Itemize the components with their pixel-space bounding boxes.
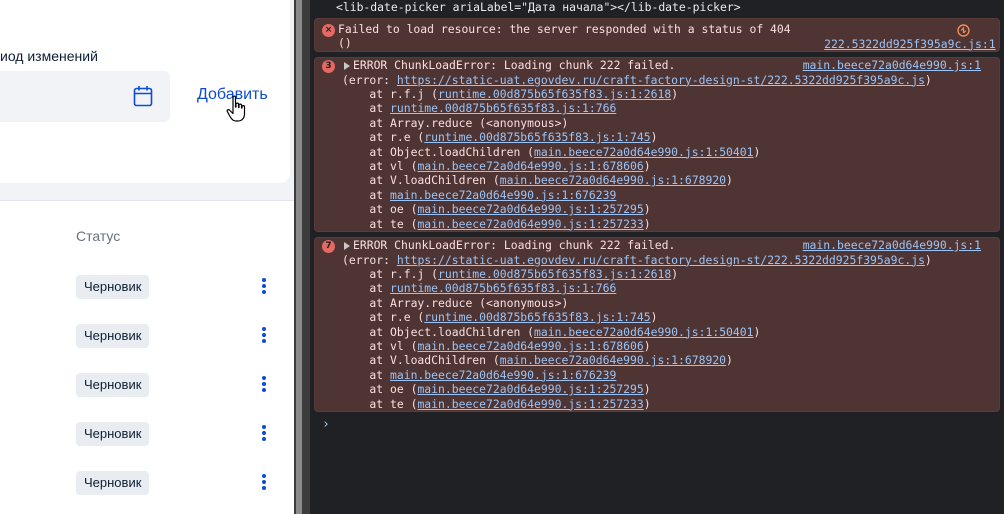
status-badge: Черновик	[76, 275, 150, 299]
stack-frame-link[interactable]: runtime.00d875b65f635f83.js:1:766	[390, 101, 616, 115]
stack-frame-line: at r.f.j (runtime.00d875b65f635f83.js:1:…	[342, 267, 679, 281]
stack-frame-link[interactable]: main.beece72a0d64e990.js:1:676239	[390, 188, 616, 202]
stack-frame-link[interactable]: main.beece72a0d64e990.js:1:678606	[417, 159, 643, 173]
stack-frame-line: at runtime.00d875b65f635f83.js:1:766	[342, 101, 617, 116]
table-row[interactable]: Черновик	[0, 373, 294, 422]
stack-frame-line: at main.beece72a0d64e990.js:1:676239	[342, 187, 617, 202]
stack-frame-line: at Object.loadChildren (main.beece72a0d6…	[342, 324, 761, 339]
more-options-icon[interactable]	[259, 325, 269, 347]
stack-frame-line: at runtime.00d875b65f635f83.js:1:766	[342, 281, 617, 296]
status-badge: Черновик	[76, 422, 150, 446]
stack-frame-link[interactable]: main.beece72a0d64e990.js:1:678920	[500, 173, 726, 187]
stack-frame-line: at oe (main.beece72a0d64e990.js:1:257295…	[342, 382, 651, 397]
stack-frame-line: at vl (main.beece72a0d64e990.js:1:678606…	[342, 159, 651, 173]
chunk-error-url-line: (error: https://static-uat.egovdev.ru/cr…	[342, 72, 932, 87]
stack-frame-line: at main.beece72a0d64e990.js:1:676239	[342, 367, 617, 382]
console-html-element-line[interactable]: <lib-date-picker ariaLabel="Дата начала"…	[336, 0, 1004, 14]
stack-frame-line: at Array.reduce (<anonymous>)	[342, 295, 569, 310]
more-options-icon[interactable]	[259, 374, 269, 396]
error-count-badge: 7	[322, 240, 335, 253]
table-row[interactable]: Черновик	[0, 324, 294, 373]
stack-frame-link[interactable]: main.beece72a0d64e990.js:1:50401	[534, 325, 753, 339]
devtools-console: <lib-date-picker ariaLabel="Дата начала"…	[310, 0, 1004, 514]
stack-frame-line: at te (main.beece72a0d64e990.js:1:257233…	[342, 216, 651, 231]
chunk-error-url-link[interactable]: https://static-uat.egovdev.ru/craft-fact…	[397, 253, 925, 267]
chunk-error-url-link[interactable]: https://static-uat.egovdev.ru/craft-fact…	[397, 73, 925, 87]
hand-pointer-cursor-icon	[226, 95, 246, 122]
console-resource-error: × Failed to load resource: the server re…	[314, 18, 1000, 52]
stack-frame-line: at r.e (runtime.00d875b65f635f83.js:1:74…	[342, 130, 658, 145]
date-filter-card: иод изменений Добавить	[0, 0, 290, 183]
change-period-label: иод изменений	[0, 48, 98, 64]
status-badge: Черновик	[76, 324, 150, 348]
stack-frame-line: at r.e (runtime.00d875b65f635f83.js:1:74…	[342, 310, 658, 325]
app-panel: иод изменений Добавить Статус Черновик Ч…	[0, 0, 294, 514]
chunk-error-source-link[interactable]: main.beece72a0d64e990.js:1	[803, 238, 981, 253]
stack-frame-link[interactable]: runtime.00d875b65f635f83.js:1:2618	[438, 267, 671, 281]
stack-frame-line: at V.loadChildren (main.beece72a0d64e990…	[342, 173, 733, 188]
table-row[interactable]: Черновик	[0, 422, 294, 471]
status-badge: Черновик	[76, 373, 150, 397]
stack-frame-link[interactable]: main.beece72a0d64e990.js:1:678606	[417, 339, 643, 353]
stack-frame-link[interactable]: runtime.00d875b65f635f83.js:1:2618	[438, 87, 671, 101]
network-request-icon[interactable]	[957, 24, 970, 37]
console-prompt-icon[interactable]: ›	[322, 417, 330, 432]
stack-frame-line: at Array.reduce (<anonymous>)	[342, 115, 569, 130]
stack-frame-link[interactable]: runtime.00d875b65f635f83.js:1:745	[424, 130, 650, 144]
error-x-icon: ×	[322, 24, 335, 37]
console-chunk-error[interactable]: 7 ERROR ChunkLoadError: Loading chunk 222…	[314, 237, 1000, 412]
stack-frame-link[interactable]: main.beece72a0d64e990.js:1:257295	[417, 382, 643, 396]
status-column-header: Статус	[76, 228, 121, 244]
devtools-resize-handle[interactable]	[294, 0, 310, 514]
console-chunk-error[interactable]: 3 ERROR ChunkLoadError: Loading chunk 222…	[314, 57, 1000, 232]
stack-frame-line: at Object.loadChildren (main.beece72a0d6…	[342, 144, 761, 159]
error-count-badge: 3	[322, 60, 335, 73]
stack-frame-link[interactable]: main.beece72a0d64e990.js:1:257233	[417, 397, 643, 411]
stack-frame-line: at r.f.j (runtime.00d875b65f635f83.js:1:…	[342, 87, 679, 101]
stack-frame-line: at vl (main.beece72a0d64e990.js:1:678606…	[342, 339, 651, 353]
status-badge: Черновик	[76, 471, 150, 495]
table-row[interactable]: Черновик	[0, 471, 294, 514]
stack-frame-link[interactable]: runtime.00d875b65f635f83.js:1:745	[424, 310, 650, 324]
calendar-icon[interactable]	[133, 85, 153, 107]
status-table: Статус Черновик Черновик Черновик Чернов…	[0, 200, 294, 514]
stack-frame-line: at V.loadChildren (main.beece72a0d64e990…	[342, 353, 733, 368]
more-options-icon[interactable]	[259, 423, 269, 445]
stack-frame-line: at oe (main.beece72a0d64e990.js:1:257295…	[342, 202, 651, 217]
stack-frame-link[interactable]: main.beece72a0d64e990.js:1:678920	[500, 353, 726, 367]
chunk-error-url-line: (error: https://static-uat.egovdev.ru/cr…	[342, 252, 932, 267]
stack-frame-link[interactable]: main.beece72a0d64e990.js:1:50401	[534, 145, 753, 159]
table-row[interactable]: Черновик	[0, 275, 294, 324]
stack-frame-link[interactable]: main.beece72a0d64e990.js:1:257233	[417, 217, 643, 231]
stack-frame-link[interactable]: main.beece72a0d64e990.js:1:676239	[390, 368, 616, 382]
chunk-error-source-link[interactable]: main.beece72a0d64e990.js:1	[803, 58, 981, 73]
stack-frame-link[interactable]: runtime.00d875b65f635f83.js:1:766	[390, 281, 616, 295]
stack-frame-link[interactable]: main.beece72a0d64e990.js:1:257295	[417, 202, 643, 216]
stack-frame-line: at te (main.beece72a0d64e990.js:1:257233…	[342, 396, 651, 411]
expand-triangle-icon[interactable]	[344, 62, 350, 70]
more-options-icon[interactable]	[259, 276, 269, 298]
more-options-icon[interactable]	[259, 472, 269, 494]
expand-triangle-icon[interactable]	[344, 242, 350, 250]
